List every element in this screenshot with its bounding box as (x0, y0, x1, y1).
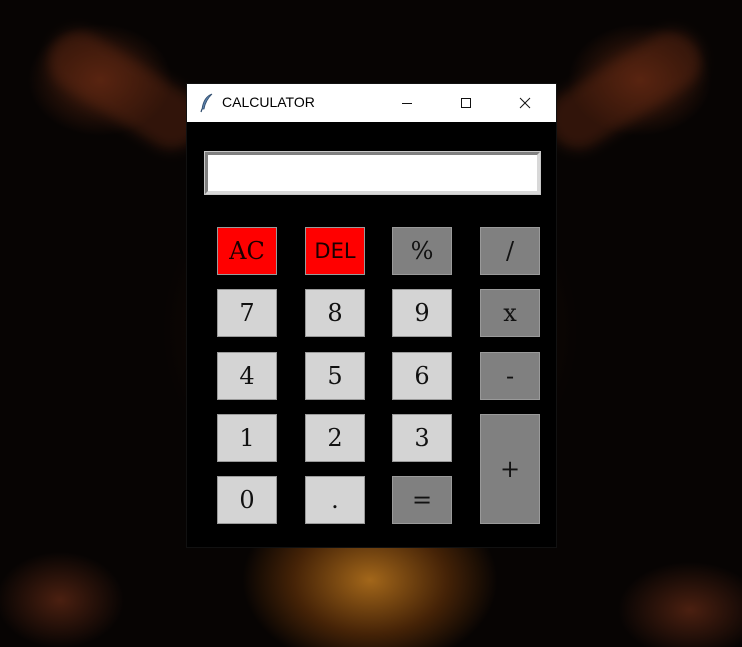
equals-button[interactable]: = (392, 476, 452, 524)
digit-4-button[interactable]: 4 (217, 352, 277, 400)
close-icon (519, 97, 531, 109)
calculator-window: CALCULATOR AC DEL % / 7 8 9 x 4 5 6 - 1 (187, 84, 556, 547)
digit-6-button[interactable]: 6 (392, 352, 452, 400)
digit-0-button[interactable]: 0 (217, 476, 277, 524)
digit-5-button[interactable]: 5 (305, 352, 365, 400)
digit-3-button[interactable]: 3 (392, 414, 452, 462)
close-button[interactable] (496, 84, 554, 122)
minimize-icon (402, 103, 412, 104)
title-bar[interactable]: CALCULATOR (187, 84, 556, 122)
window-title: CALCULATOR (222, 94, 315, 110)
ac-button[interactable]: AC (217, 227, 277, 275)
minimize-button[interactable] (378, 84, 436, 122)
digit-1-button[interactable]: 1 (217, 414, 277, 462)
digit-2-button[interactable]: 2 (305, 414, 365, 462)
digit-9-button[interactable]: 9 (392, 289, 452, 337)
plus-button[interactable]: + (480, 414, 540, 524)
digit-8-button[interactable]: 8 (305, 289, 365, 337)
feather-app-icon (200, 93, 213, 113)
maximize-button[interactable] (437, 84, 495, 122)
display-input[interactable] (204, 151, 541, 195)
minus-button[interactable]: - (480, 352, 540, 400)
decimal-point-button[interactable]: . (305, 476, 365, 524)
multiply-button[interactable]: x (480, 289, 540, 337)
maximize-icon (461, 98, 471, 108)
del-button[interactable]: DEL (305, 227, 365, 275)
percent-button[interactable]: % (392, 227, 452, 275)
digit-7-button[interactable]: 7 (217, 289, 277, 337)
divide-button[interactable]: / (480, 227, 540, 275)
